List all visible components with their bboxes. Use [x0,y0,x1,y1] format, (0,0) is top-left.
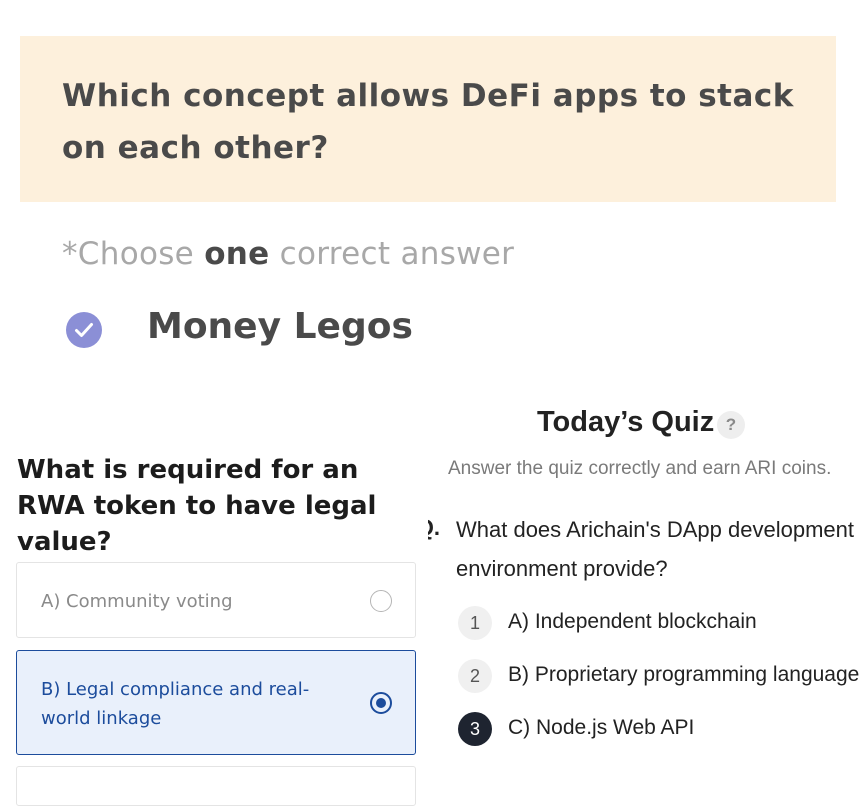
question-title: Which concept allows DeFi apps to stack … [62,78,794,166]
option-b-label: B) Legal compliance and real-world linka… [41,679,310,729]
radio-unselected-icon[interactable] [370,590,392,612]
instruction-emphasis: one [204,236,270,272]
quiz-subtitle: Answer the quiz correctly and earn ARI c… [448,458,832,479]
arichain-question: What does Arichain's DApp development en… [456,517,854,581]
option-b[interactable]: B) Legal compliance and real-world linka… [16,650,416,755]
option-number-badge: 1 [458,606,492,640]
rwa-question-title: What is required for an RWA token to hav… [17,455,377,557]
check-circle-icon[interactable] [66,312,102,348]
question-number: Q. [428,515,440,540]
help-icon[interactable]: ? [717,411,745,439]
option-number-badge-selected: 3 [458,712,492,746]
question-number-clip: Q. [428,515,440,545]
instruction-suffix: correct answer [269,236,515,272]
selected-answer-label[interactable]: Money Legos [147,306,413,347]
quiz-option-label: B) Proprietary programming language [508,663,860,686]
radio-selected-icon[interactable] [370,692,392,714]
instruction-prefix: *Choose [62,236,205,272]
quiz-option-label: A) Independent blockchain [508,610,757,633]
option-number-badge: 2 [458,659,492,693]
option-c[interactable] [16,766,416,806]
todays-quiz-title: Today’s Quiz [537,406,715,438]
option-a-label: A) Community voting [41,591,233,612]
answer-instruction: *Choose one correct answer [62,236,514,272]
option-a[interactable]: A) Community voting [16,562,416,638]
quiz-option-label: C) Node.js Web API [508,716,695,739]
